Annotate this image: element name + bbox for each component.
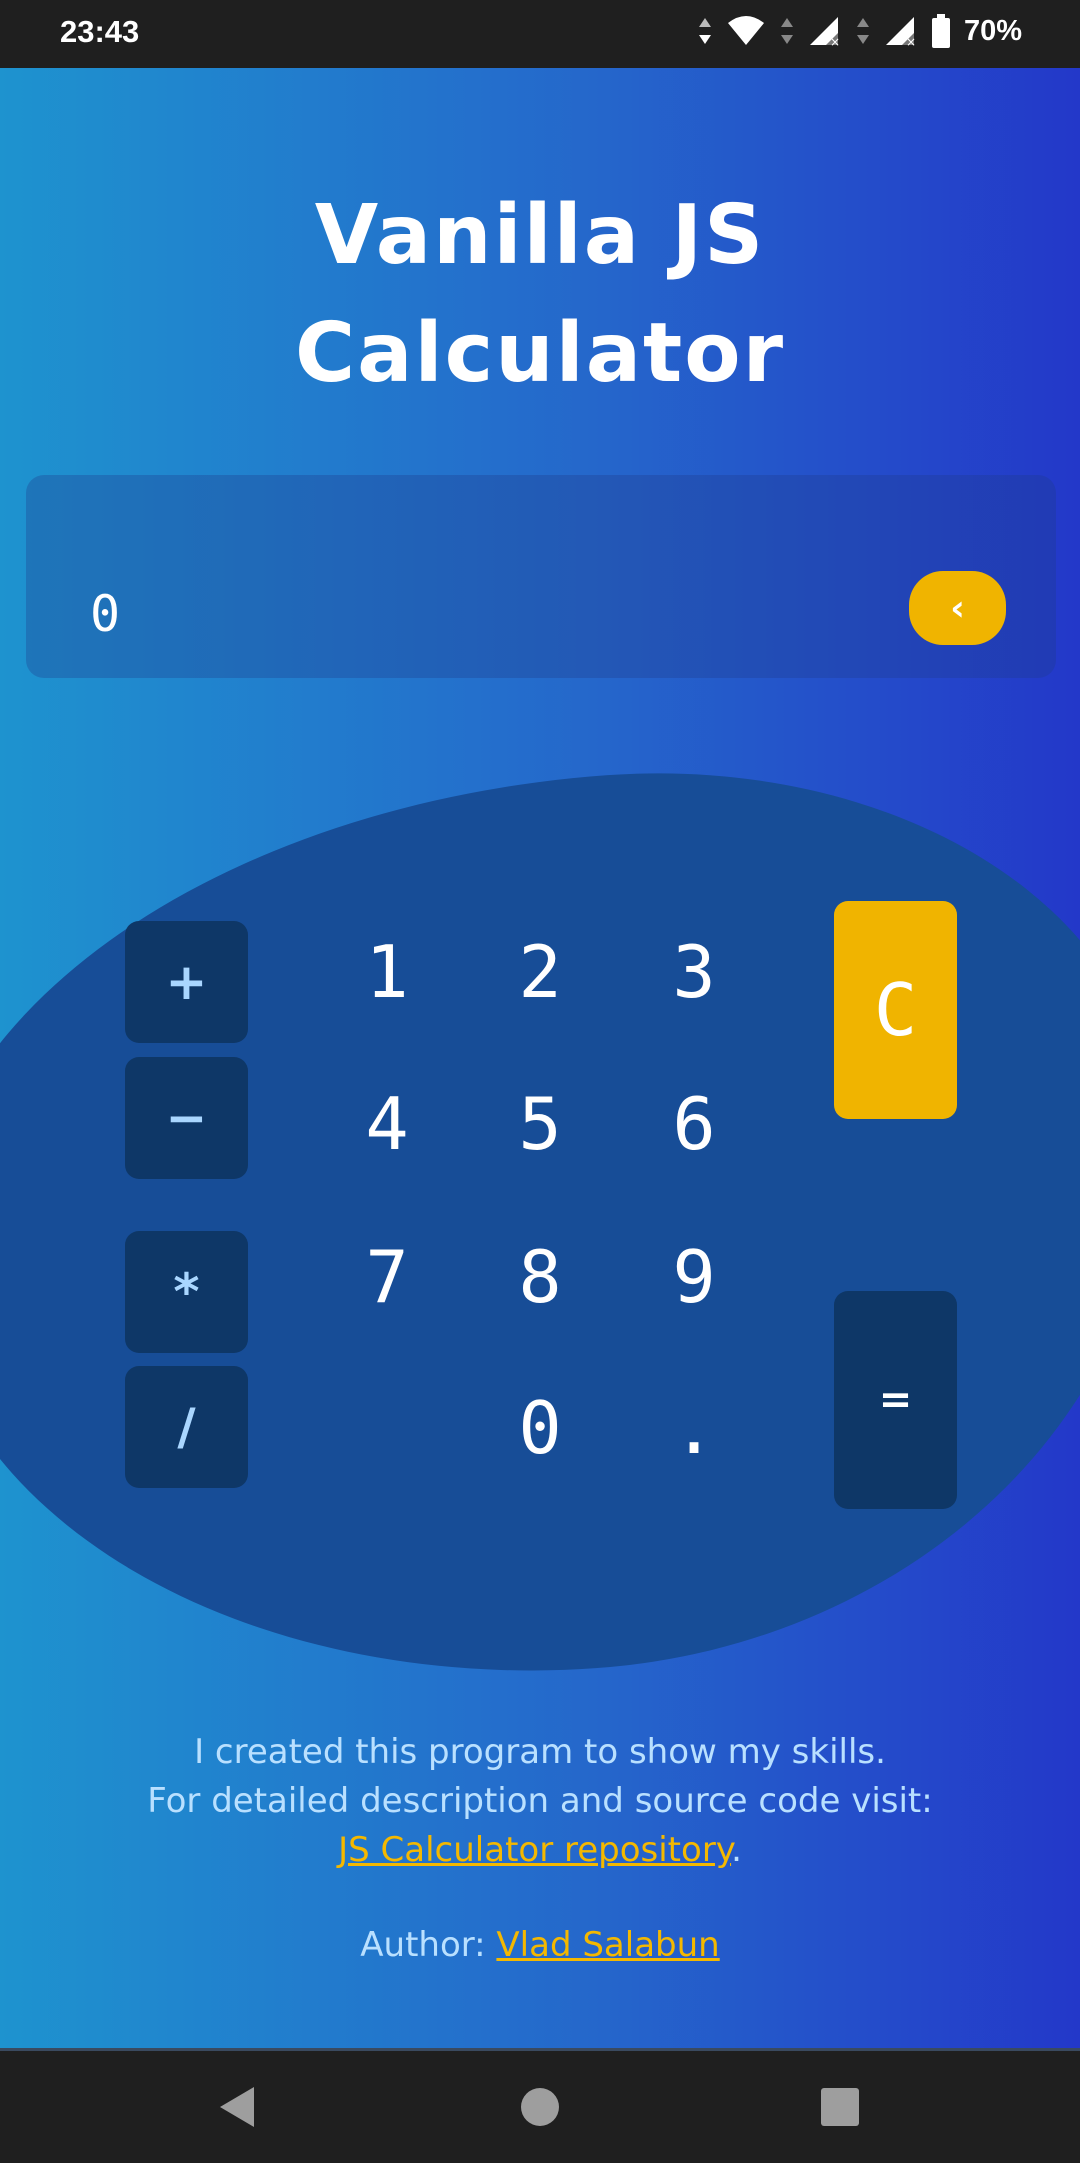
decimal-button[interactable]: . [639,1373,749,1483]
equals-button[interactable]: = [834,1291,957,1509]
author-link[interactable]: Vlad Salabun [496,1925,719,1965]
recents-icon [821,2088,859,2126]
digit-6-button[interactable]: 6 [639,1069,749,1179]
backspace-button[interactable]: ‹ [909,571,1006,645]
digit-4-button[interactable]: 4 [332,1069,442,1179]
divide-button[interactable]: / [125,1366,248,1488]
page-title-line1: Vanilla JS [314,187,766,283]
calculator-page: Vanilla JS Calculator 0 ‹ + − * / 1 2 3 … [0,68,1080,2048]
digit-3-button[interactable]: 3 [639,917,749,1027]
footer-line-2: For detailed description and source code… [147,1781,933,1821]
footer-line-3: JS Calculator repository. [0,1826,1080,1875]
clear-button[interactable]: C [834,901,957,1119]
author-label: Author: [360,1925,497,1965]
add-button[interactable]: + [125,921,248,1043]
back-icon [220,2087,254,2127]
footer-text: I created this program to show my skills… [0,1728,1080,1875]
back-button[interactable] [178,2051,298,2163]
wifi-icon [727,16,764,45]
multiply-button[interactable]: * [125,1231,248,1353]
digit-7-button[interactable]: 7 [332,1222,442,1332]
svg-text:×: × [830,35,840,47]
author-line: Author: Vlad Salabun [0,1925,1080,1965]
home-icon [521,2088,559,2126]
digit-0-button[interactable]: 0 [485,1373,595,1483]
home-button[interactable] [480,2051,600,2163]
status-icons: × × 70% [698,14,1022,48]
digit-2-button[interactable]: 2 [485,917,595,1027]
footer-period: . [731,1830,742,1870]
signal-icon: × [885,17,916,47]
chevron-left-icon: ‹ [950,587,965,629]
digit-9-button[interactable]: 9 [639,1222,749,1332]
data-arrows-icon [856,18,869,44]
page-title: Vanilla JS Calculator [0,177,1080,413]
status-bar: 23:43 × × 70% [0,0,1080,68]
data-arrows-icon [698,18,711,44]
recents-button[interactable] [780,2051,900,2163]
battery-icon [931,14,950,48]
data-arrows-icon [780,18,793,44]
repository-link[interactable]: JS Calculator repository [338,1830,731,1870]
svg-text:×: × [906,35,916,47]
subtract-button[interactable]: − [125,1057,248,1179]
navigation-bar [0,2048,1080,2163]
digit-1-button[interactable]: 1 [332,917,442,1027]
page-title-line2: Calculator [294,305,786,401]
signal-icon: × [809,17,840,47]
digit-5-button[interactable]: 5 [485,1069,595,1179]
display-value: 0 [90,585,121,643]
footer-line-1: I created this program to show my skills… [194,1732,886,1772]
battery-percentage: 70% [963,14,1022,47]
display-panel: 0 ‹ [26,475,1056,678]
digit-8-button[interactable]: 8 [485,1222,595,1332]
status-time: 23:43 [60,14,140,49]
